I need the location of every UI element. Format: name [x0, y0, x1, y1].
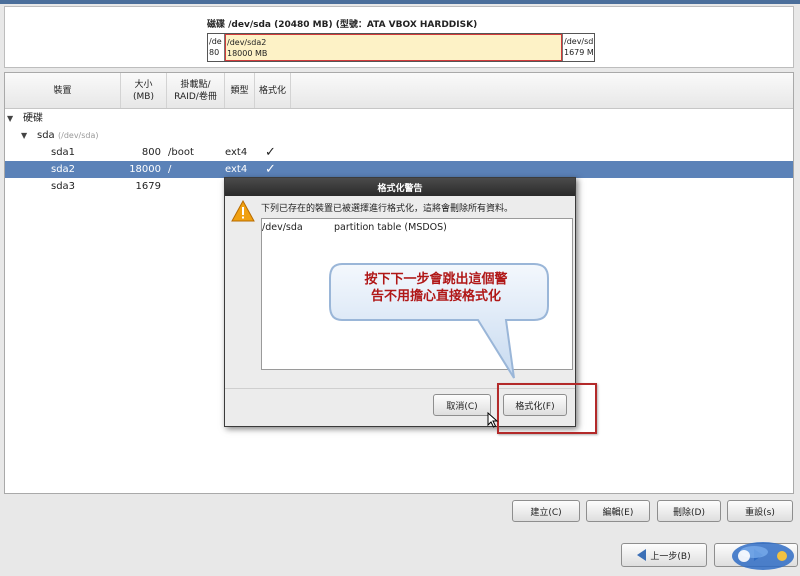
disk-summary-panel: 磁碟 /dev/sda (20480 MB) (型號：ATA VBOX HARD…: [4, 6, 794, 68]
row-device-name: 硬碟: [23, 113, 43, 124]
row-mount: /: [168, 164, 172, 175]
partition-label: /dev/sd: [564, 37, 594, 46]
back-button-label: 上一步(B): [650, 551, 691, 562]
dialog-cancel-button[interactable]: 取消(C): [433, 394, 491, 416]
top-strip: [0, 0, 800, 4]
row-size: 1679: [135, 181, 161, 192]
tree-header: 裝置 大小 (MB) 掛載點/RAID/卷冊 類型 格式化: [5, 73, 793, 109]
column-header-device[interactable]: 裝置: [5, 73, 121, 108]
tree-row-sda1[interactable]: sda1 800 /boot ext4 ✓: [5, 144, 793, 161]
row-mount: /boot: [168, 147, 194, 158]
partition-block-sda2[interactable]: /dev/sda2 18000 MB: [225, 34, 562, 61]
row-size: 800: [141, 147, 161, 158]
row-device-path: (/dev/sda): [58, 131, 99, 140]
row-type: ext4: [225, 164, 248, 175]
warning-message: 下列已存在的裝置已被選擇進行格式化，這將會刪除所有資料。: [261, 204, 514, 214]
disk-title: 磁碟 /dev/sda (20480 MB) (型號：ATA VBOX HARD…: [207, 20, 478, 30]
tree-row-hard-drives[interactable]: ▼ 硬碟: [5, 110, 793, 127]
format-check-icon: ✓: [265, 145, 276, 160]
reset-button[interactable]: 重設(s): [727, 500, 793, 522]
mouse-cursor-icon: [487, 412, 499, 428]
list-item-description: partition table (MSDOS): [334, 222, 447, 233]
annotation-highlight-box: [497, 383, 597, 434]
row-device-name: sda3: [51, 181, 76, 192]
arrow-left-icon: [637, 549, 647, 561]
expander-down-icon[interactable]: ▼: [7, 110, 13, 127]
tree-row-sda2[interactable]: sda2 18000 / ext4 ✓: [5, 161, 793, 178]
partition-size: 1679 M: [564, 48, 594, 57]
format-check-icon: ✓: [265, 162, 276, 177]
callout-line-1: 按下下一步會跳出這個警: [364, 272, 508, 287]
dialog-title: 格式化警告: [225, 178, 575, 196]
expander-down-icon[interactable]: ▼: [21, 127, 27, 144]
partition-label: /dev/sda2: [227, 38, 267, 47]
callout-line-2: 告不用擔心直接格式化: [370, 289, 501, 304]
back-button[interactable]: 上一步(B): [621, 543, 707, 567]
column-header-size[interactable]: 大小 (MB): [121, 73, 167, 108]
partition-block-sda3[interactable]: /dev/sd 1679 M: [562, 34, 594, 61]
row-size: 18000: [129, 164, 161, 175]
warning-triangle-icon: [231, 200, 255, 222]
column-header-format[interactable]: 格式化: [255, 73, 291, 108]
column-header-mount[interactable]: 掛載點/RAID/卷冊: [167, 73, 225, 108]
list-item-device: /dev/sda: [262, 222, 303, 233]
create-button[interactable]: 建立(C): [512, 500, 580, 522]
disk-partition-bar: /de 80 /dev/sda2 18000 MB /dev/sd 1679 M: [207, 33, 595, 62]
it-help-logo-icon: [732, 542, 794, 570]
row-device-name: sda: [37, 130, 55, 141]
tree-row-sda[interactable]: ▼ sda (/dev/sda): [5, 127, 793, 144]
partition-label: /de: [209, 37, 222, 46]
partition-size: 18000 MB: [227, 49, 268, 58]
partition-size: 80: [209, 48, 220, 57]
column-header-type[interactable]: 類型: [225, 73, 255, 108]
row-device-name: sda1: [51, 147, 76, 158]
callout-text: 按下下一步會跳出這個警 告不用擔心直接格式化: [338, 271, 534, 305]
delete-button[interactable]: 刪除(D): [657, 500, 721, 522]
edit-button[interactable]: 編輯(E): [586, 500, 650, 522]
partition-block-sda1[interactable]: /de 80: [208, 34, 225, 61]
row-type: ext4: [225, 147, 248, 158]
row-device-name: sda2: [51, 164, 76, 175]
